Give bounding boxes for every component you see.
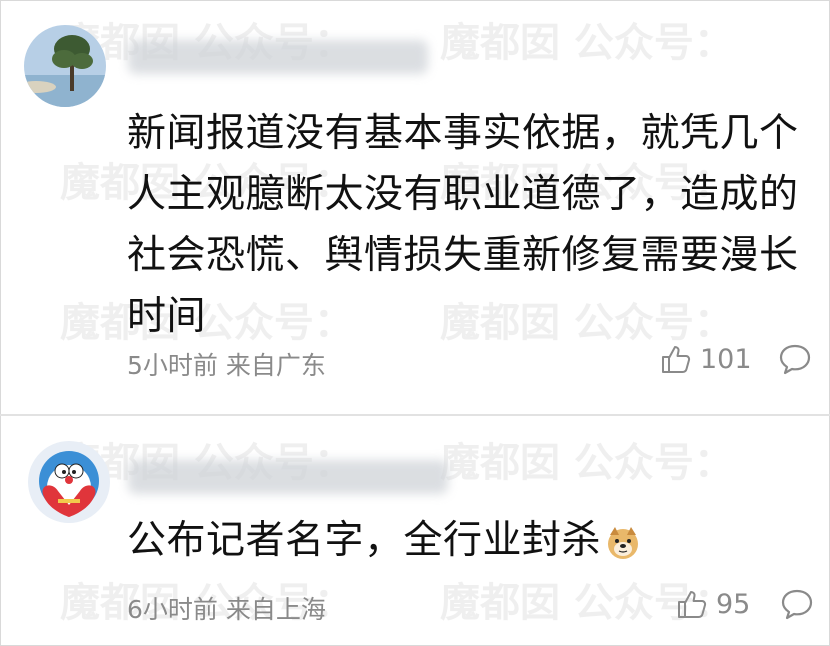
reply-button[interactable] — [780, 588, 814, 624]
username-blurred[interactable] — [128, 40, 428, 74]
comment-bubble-icon — [779, 344, 811, 375]
avatar[interactable] — [24, 25, 106, 107]
comment-text: 公布记者名字，全行业封杀 — [127, 510, 817, 571]
like-button[interactable]: 95 — [676, 588, 750, 620]
doge-emoji — [608, 526, 639, 559]
like-button[interactable]: 101 — [660, 343, 752, 375]
comment-text: 新闻报道没有基本事实依据，就凭几个人主观臆断太没有职业道德了，造成的社会恐慌、舆… — [127, 111, 799, 339]
like-count: 101 — [700, 343, 752, 375]
comment-item: 公布记者名字，全行业封杀 6小时前 来自上海 95 — [0, 416, 830, 646]
like-count: 95 — [716, 588, 751, 620]
thumbs-up-icon — [678, 591, 707, 618]
thumbs-up-icon — [662, 346, 691, 373]
comment-meta: 6小时前 来自上海 — [127, 595, 326, 624]
username-blurred[interactable] — [128, 460, 448, 494]
comment-bubble-icon — [781, 589, 813, 620]
comment-meta: 5小时前 来自广东 — [127, 351, 326, 380]
comment-item: 新闻报道没有基本事实依据，就凭几个人主观臆断太没有职业道德了，造成的社会恐慌、舆… — [0, 0, 830, 415]
avatar[interactable] — [28, 441, 110, 523]
reply-button[interactable] — [778, 343, 812, 379]
comment-text-content: 公布记者名字，全行业封杀 — [127, 518, 602, 563]
